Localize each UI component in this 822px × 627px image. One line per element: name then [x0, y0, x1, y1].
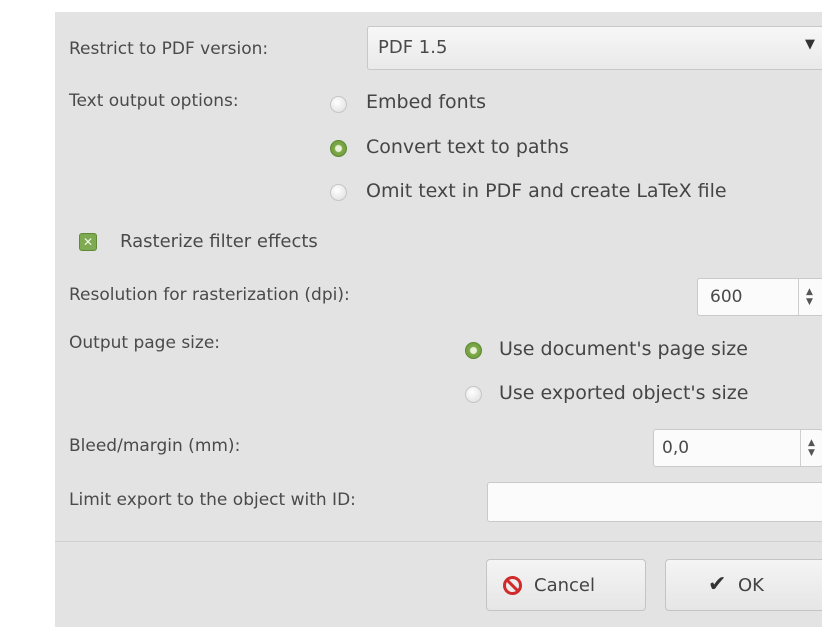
radio-omit-text-latex[interactable]	[330, 184, 347, 201]
cancel-button[interactable]: Cancel	[486, 559, 646, 611]
cancel-icon	[503, 576, 522, 595]
radio-exported-object-size[interactable]	[465, 386, 482, 403]
resolution-value[interactable]: 600	[710, 287, 742, 307]
limit-export-label: Limit export to the object with ID:	[69, 490, 356, 510]
pdf-version-select[interactable]: PDF 1.5 ▼	[367, 26, 822, 70]
spin-arrows-icon[interactable]: ▲ ▼	[800, 430, 822, 466]
text-output-label: Text output options:	[69, 91, 239, 111]
bleed-label: Bleed/margin (mm):	[69, 436, 241, 456]
dropdown-arrow-icon: ▼	[805, 37, 815, 52]
resolution-spinbox[interactable]: 600 ▲ ▼	[697, 278, 822, 316]
object-id-input[interactable]	[487, 482, 822, 522]
resolution-label: Resolution for rasterization (dpi):	[69, 285, 350, 305]
pdf-export-dialog: Restrict to PDF version: PDF 1.5 ▼ Text …	[55, 12, 822, 627]
page-size-label: Output page size:	[69, 333, 221, 353]
rasterize-label[interactable]: Rasterize filter effects	[120, 231, 318, 252]
bleed-value[interactable]: 0,0	[662, 438, 689, 458]
convert-text-to-paths-label[interactable]: Convert text to paths	[366, 136, 569, 158]
embed-fonts-label[interactable]: Embed fonts	[366, 91, 486, 113]
ok-button-label: OK	[738, 575, 764, 596]
pdf-version-value: PDF 1.5	[378, 37, 448, 58]
cancel-button-label: Cancel	[534, 575, 595, 596]
checkmark-icon: ✔	[708, 572, 727, 597]
omit-text-latex-label[interactable]: Omit text in PDF and create LaTeX file	[366, 180, 727, 202]
bleed-spinbox[interactable]: 0,0 ▲ ▼	[653, 429, 822, 467]
exported-object-size-label[interactable]: Use exported object's size	[499, 382, 748, 404]
radio-embed-fonts[interactable]	[330, 96, 347, 113]
document-page-size-label[interactable]: Use document's page size	[499, 338, 748, 360]
spin-arrows-icon[interactable]: ▲ ▼	[798, 279, 820, 315]
radio-convert-text-to-paths[interactable]	[330, 140, 347, 157]
button-separator	[55, 541, 822, 542]
ok-button[interactable]: ✔ OK	[665, 559, 822, 611]
rasterize-checkbox[interactable]: ✕	[79, 233, 97, 251]
radio-document-page-size[interactable]	[465, 342, 482, 359]
pdf-version-label: Restrict to PDF version:	[69, 39, 269, 59]
